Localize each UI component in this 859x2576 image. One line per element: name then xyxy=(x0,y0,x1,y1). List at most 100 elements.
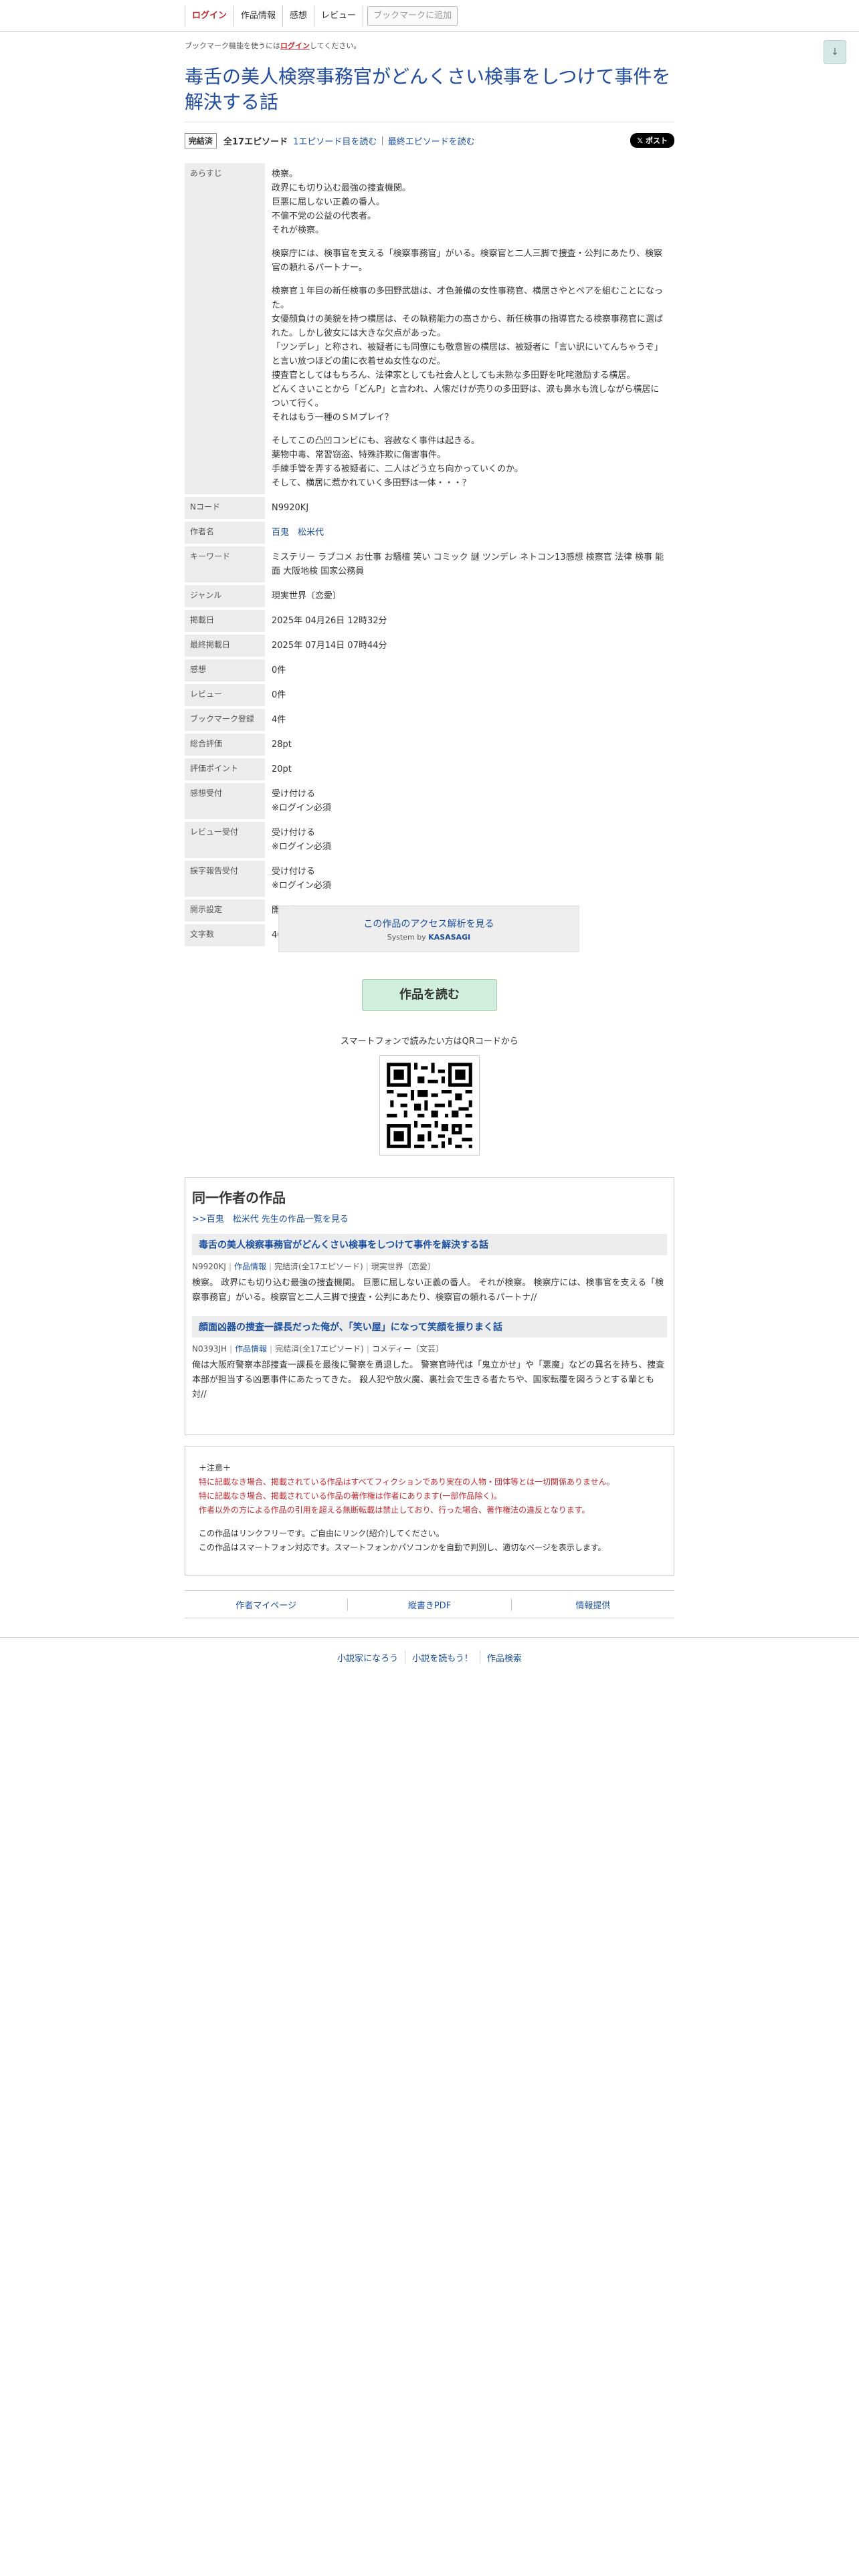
x-post-button[interactable]: 𝕏 ポスト xyxy=(630,133,674,148)
info-value: 4件 xyxy=(272,715,286,725)
notice-login-link[interactable]: ログイン xyxy=(280,41,310,50)
author-mypage-link[interactable]: 作者マイページ xyxy=(185,1598,349,1611)
notes-line: この作品はスマートフォン対応です。スマートフォンかパソコンかを自動で判別し、適切… xyxy=(199,1543,606,1552)
qr-code-image xyxy=(379,1055,480,1156)
novel-meta-row: 完結済 全17エピソード 1エピソード目を読む | 最終エピソードを読む 𝕏 ポ… xyxy=(185,132,674,148)
novel-title[interactable]: 毒舌の美人検察事務官がどんくさい検事をしつけて事件を解決する話 xyxy=(185,64,674,122)
info-label: レビュー受付 xyxy=(185,822,265,858)
info-row-impression-accept: 感想受付 受け付ける ※ログイン必須 xyxy=(185,783,674,819)
synopsis-label: あらすじ xyxy=(185,163,265,494)
work-info-link[interactable]: 作品情報 xyxy=(235,1344,267,1354)
work-meta: N0393JH | 作品情報 | 完結済(全17エピソード) | コメディー〔文芸〕 xyxy=(192,1344,444,1354)
info-row-keywords: キーワード ミステリー ラブコメ お仕事 お騒檀 笑い コミック 謎 ツンデレ … xyxy=(185,546,674,582)
info-label: 評価ポイント xyxy=(185,758,265,780)
synopsis-row: あらすじ 検察。 政界にも切り込む最強の捜査機関。 巨悪に屈しない正義の番人。 … xyxy=(185,163,674,494)
info-row-rating-points: 評価ポイント 20pt xyxy=(185,758,674,780)
info-row-total-rating: 総合評価 28pt xyxy=(185,734,674,756)
info-label: 文字数 xyxy=(185,924,265,946)
last-episode-link[interactable]: 最終エピソードを読む xyxy=(388,134,475,147)
info-label: ジャンル xyxy=(185,585,265,607)
notice-prefix: ブックマーク機能を使うには xyxy=(185,41,280,50)
info-row-reviews: レビュー 0件 xyxy=(185,684,674,706)
notes-warning-line: 特に記載なき場合、掲載されている作品の著作権は作者にあります(一部作品除く)。 xyxy=(199,1491,502,1501)
qr-label: スマートフォンで読みたい方はQRコードから xyxy=(341,1037,518,1047)
work-meta: N9920KJ | 作品情報 | 完結済(全17エピソード) | 現実世界〔恋愛〕 xyxy=(192,1262,436,1271)
work-status: 完結済(全17エピソード) xyxy=(274,1262,363,1271)
review-link[interactable]: レビュー xyxy=(314,5,364,27)
info-label: 誤字報告受付 xyxy=(185,861,265,897)
login-notice: ブックマーク機能を使うにはログインしてください。 xyxy=(185,40,674,51)
yomou-link[interactable]: 小説を読もう！ xyxy=(405,1651,480,1664)
info-value: 28pt xyxy=(272,740,292,750)
work-info-link[interactable]: 作品情報 xyxy=(234,5,284,27)
episode-count: 全17エピソード xyxy=(223,136,288,147)
work-title-link[interactable]: 顔面凶器の捜査一課長だった俺が、「笑い屋」になって笑顔を振りまく話 xyxy=(192,1316,667,1337)
read-work-button[interactable]: 作品を読む xyxy=(362,979,497,1011)
synopsis-paragraph: 検察官１年目の新任検事の多田野武雄は、才色兼備の女性事務官、横居さやとペアを組む… xyxy=(272,286,664,423)
top-nav-items: ログイン 作品情報 感想 レビュー ブックマークに追加 xyxy=(185,0,458,32)
info-label: ブックマーク登録 xyxy=(185,709,265,731)
syosetu-home-link[interactable]: 小説家になろう xyxy=(330,1651,406,1664)
impression-link[interactable]: 感想 xyxy=(283,5,315,27)
work-title-link[interactable]: 毒舌の美人検察事務官がどんくさい検事をしつけて事件を解決する話 xyxy=(192,1234,667,1255)
add-bookmark-button[interactable]: ブックマークに追加 xyxy=(367,6,458,26)
info-value: N9920KJ xyxy=(272,503,309,513)
info-row-review-accept: レビュー受付 受け付ける ※ログイン必須 xyxy=(185,822,674,858)
info-value: 0件 xyxy=(272,665,286,675)
synopsis-paragraph: そしてこの凸凹コンビにも、容赦なく事件は起きる。 薬物中毒、常習窃盗、特殊詐欺に… xyxy=(272,436,523,488)
info-row-typo-report-accept: 誤字報告受付 受け付ける ※ログイン必須 xyxy=(185,861,674,897)
info-value: 現実世界〔恋愛〕 xyxy=(272,591,342,601)
notes-box: ＋注意＋ 特に記載なき場合、掲載されている作品はすべてフィクションであり実在の人… xyxy=(185,1446,674,1576)
info-label: 総合評価 xyxy=(185,734,265,756)
info-label: キーワード xyxy=(185,546,265,582)
author-link[interactable]: 百鬼 松米代 xyxy=(272,528,324,538)
kasasagi-credit: System by KASASAGI xyxy=(279,933,579,942)
site-footer: 小説家になろう 小説を読もう！ 作品検索 xyxy=(0,1637,859,1677)
info-value: 受け付ける ※ログイン必須 xyxy=(272,867,331,891)
info-row-genre: ジャンル 現実世界〔恋愛〕 xyxy=(185,585,674,607)
info-label: 開示設定 xyxy=(185,899,265,922)
info-row-author: 作者名 百鬼 松米代 xyxy=(185,522,674,544)
info-label: 最終掲載日 xyxy=(185,635,265,657)
work-search-link[interactable]: 作品検索 xyxy=(480,1651,529,1664)
work-info-link[interactable]: 作品情報 xyxy=(234,1262,266,1271)
access-analysis-box: この作品のアクセス解析を見る System by KASASAGI xyxy=(278,905,579,952)
info-label: 掲載日 xyxy=(185,610,265,632)
info-row-impressions: 感想 0件 xyxy=(185,659,674,681)
info-row-last-updated: 最終掲載日 2025年 07月14日 07時44分 xyxy=(185,635,674,657)
notes-warning-line: 特に記載なき場合、掲載されている作品はすべてフィクションであり実在の人物・団体等… xyxy=(199,1477,615,1487)
all-works-link[interactable]: >>百鬼 松米代 先生の作品一覧を見る xyxy=(192,1212,667,1224)
info-label: レビュー xyxy=(185,684,265,706)
synopsis-paragraph: 検察。 政界にも切り込む最強の捜査機関。 巨悪に屈しない正義の番人。 不偏不党の… xyxy=(272,169,411,235)
scroll-down-button[interactable]: ↓ xyxy=(824,40,846,64)
novel-info-table: あらすじ 検察。 政界にも切り込む最強の捜査機関。 巨悪に屈しない正義の番人。 … xyxy=(185,160,674,949)
work-description: 検察。 政界にも切り込む最強の捜査機関。 巨悪に屈しない正義の番人。 それが検察… xyxy=(192,1278,664,1303)
info-value: 20pt xyxy=(272,764,292,774)
same-author-heading: 同一作者の作品 xyxy=(192,1190,286,1206)
info-label: 感想 xyxy=(185,659,265,681)
kasasagi-link[interactable]: KASASAGI xyxy=(428,933,470,942)
info-row-bookmarks: ブックマーク登録 4件 xyxy=(185,709,674,731)
info-value: 0件 xyxy=(272,690,286,700)
vertical-pdf-link[interactable]: 縦書きPDF xyxy=(348,1598,512,1611)
qr-code-icon xyxy=(380,1056,479,1155)
same-author-works: 同一作者の作品 >>百鬼 松米代 先生の作品一覧を見る 毒舌の美人検察事務官がど… xyxy=(185,1177,674,1435)
login-link[interactable]: ログイン xyxy=(185,5,235,27)
access-analysis-link[interactable]: この作品のアクセス解析を見る xyxy=(279,917,579,930)
first-episode-link[interactable]: 1エピソード目を読む xyxy=(293,134,377,147)
kasasagi-prefix: System by xyxy=(387,933,429,942)
meta-separator: | xyxy=(381,135,384,146)
info-label: 作者名 xyxy=(185,522,265,544)
notes-heading: ＋注意＋ xyxy=(199,1463,231,1473)
info-value: 2025年 07月14日 07時44分 xyxy=(272,641,387,651)
work-genre: コメディー〔文芸〕 xyxy=(371,1344,444,1354)
notes-line: この作品はリンクフリーです。ご自由にリンク(紹介)してください。 xyxy=(199,1529,444,1538)
work-ncode: N0393JH xyxy=(192,1344,227,1354)
notes-warning-line: 作者以外の方による作品の引用を超える無断転載は禁止しており、行った場合、著作権法… xyxy=(199,1505,590,1515)
status-badge: 完結済 xyxy=(185,132,217,148)
report-info-link[interactable]: 情報提供 xyxy=(512,1598,674,1611)
info-value: 2025年 04月26日 12時32分 xyxy=(272,616,387,626)
footer-links: 作者マイページ 縦書きPDF 情報提供 xyxy=(185,1590,674,1618)
work-ncode: N9920KJ xyxy=(192,1262,226,1271)
notice-suffix: してください。 xyxy=(310,41,361,50)
